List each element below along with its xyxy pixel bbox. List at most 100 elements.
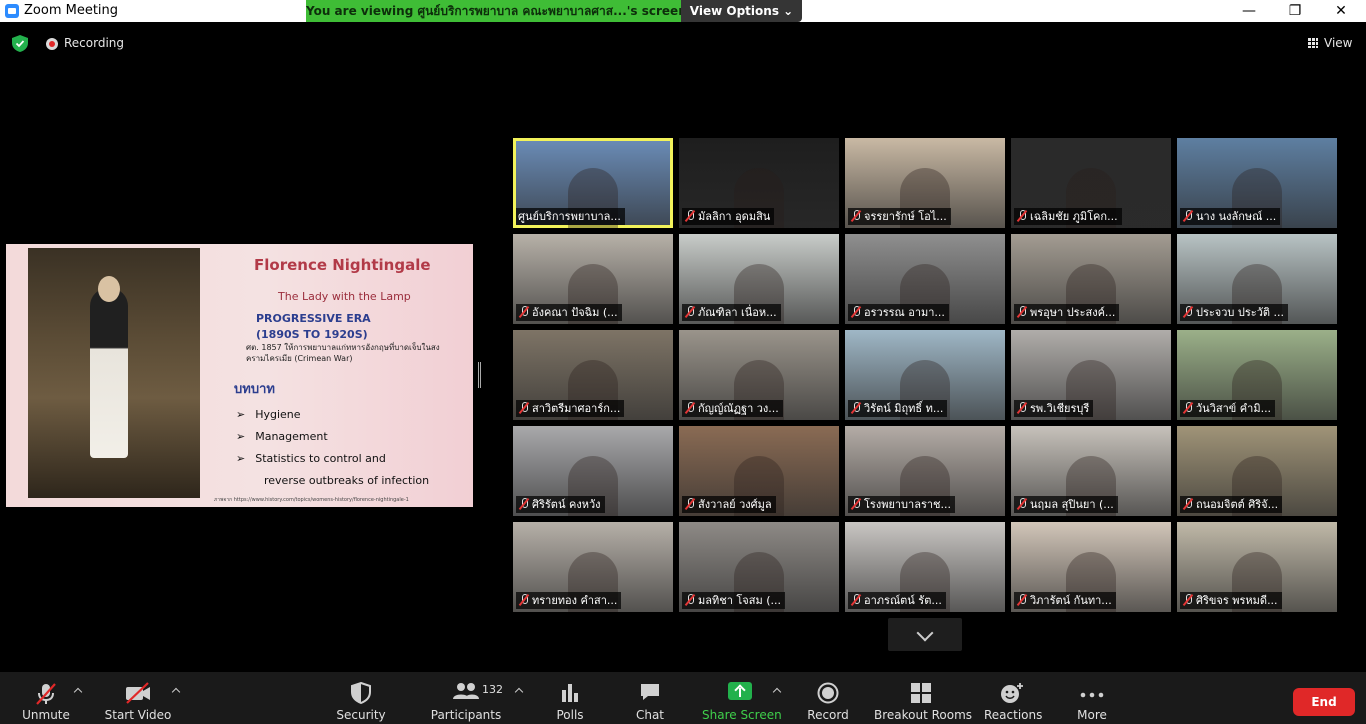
participants-options-caret-icon[interactable] (514, 686, 524, 696)
participant-name: มัลลิกา อุดมสิน (698, 210, 771, 223)
participant-name-tag: กัญญ์ณัฏฐา วง... (682, 400, 783, 417)
participant-name: วิรัตน์ มิถุทธิ์ ท... (864, 402, 944, 415)
participant-video-tile[interactable]: นฤมล สุปินยา (... (1011, 426, 1171, 516)
muted-mic-icon (1183, 210, 1193, 222)
nightingale-painting (28, 248, 200, 498)
window-title: Zoom Meeting (24, 3, 119, 18)
muted-mic-icon (1017, 498, 1027, 510)
share-viewing-banner: You are viewing ศูนย์บริการพยาบาล คณะพยา… (306, 0, 681, 22)
minimize-icon[interactable]: — (1226, 0, 1272, 22)
record-button[interactable]: Record (804, 672, 852, 724)
reactions-button[interactable]: Reactions (984, 672, 1042, 724)
participant-name-tag: ศิริรัตน์ คงหวัง (516, 496, 605, 513)
more-dots-icon (1080, 692, 1104, 698)
participant-video-tile[interactable]: จรรยารักษ์ โอไ... (845, 138, 1005, 228)
recording-label[interactable]: Recording (64, 36, 124, 50)
collapse-grid-chevron-icon[interactable] (888, 618, 962, 651)
participant-video-tile[interactable]: อรวรรณ อามา... (845, 234, 1005, 324)
participant-video-tile[interactable]: กัญญ์ณัฏฐา วง... (679, 330, 839, 420)
participant-name-tag: มัลลิกา อุดมสิน (682, 208, 775, 225)
participant-video-tile[interactable]: อังคณา ปัจฉิม (... (513, 234, 673, 324)
share-screen-button[interactable]: Share Screen (702, 672, 782, 724)
participant-video-tile[interactable]: รพ.วิเชียรบุรี (1011, 330, 1171, 420)
participants-label: Participants (430, 708, 502, 722)
participant-video-tile[interactable]: วิภารัตน์ กันทา... (1011, 522, 1171, 612)
shared-screen-slide: Florence Nightingale The Lady with the L… (6, 244, 473, 507)
participant-name: ทรายทอง คำสา... (532, 594, 618, 607)
slide-role-item: reverse outbreaks of infection (264, 474, 430, 487)
recording-icon[interactable] (46, 38, 58, 50)
participant-video-tile[interactable]: พรอุษา ประสงค์... (1011, 234, 1171, 324)
muted-mic-icon (36, 683, 56, 705)
security-button[interactable]: Security (335, 672, 387, 724)
slide-role-item: Hygiene (236, 404, 429, 426)
muted-mic-icon (1017, 210, 1027, 222)
participant-video-tile[interactable]: ทรายทอง คำสา... (513, 522, 673, 612)
muted-mic-icon (1017, 594, 1027, 606)
participant-name: ภัณฑิลา เนื่อห... (698, 306, 777, 319)
participant-name: นาง นงลักษณ์ ... (1196, 210, 1277, 223)
encryption-shield-icon[interactable] (12, 35, 28, 52)
end-meeting-button[interactable]: End (1293, 688, 1355, 716)
participant-name-tag: วิภารัตน์ กันทา... (1014, 592, 1116, 609)
polls-button[interactable]: Polls (548, 672, 592, 724)
breakout-rooms-button[interactable]: Breakout Rooms (874, 672, 972, 724)
muted-mic-icon (1183, 306, 1193, 318)
participant-name-tag: นาง นงลักษณ์ ... (1180, 208, 1281, 225)
muted-mic-icon (1017, 306, 1027, 318)
start-video-button[interactable]: Start Video (104, 672, 172, 724)
muted-mic-icon (519, 402, 529, 414)
maximize-icon[interactable]: ❐ (1272, 0, 1318, 22)
participant-video-tile[interactable]: ศิริรัตน์ คงหวัง (513, 426, 673, 516)
unmute-button[interactable]: Unmute (18, 672, 74, 724)
participant-video-tile[interactable]: อาภรณ์ตน์ รัต... (845, 522, 1005, 612)
video-options-caret-icon[interactable] (171, 686, 181, 696)
participant-video-tile[interactable]: สังวาลย์ วงศ์มูล (679, 426, 839, 516)
view-label: View (1324, 36, 1353, 50)
participant-name: สังวาลย์ วงศ์มูล (698, 498, 772, 511)
split-view-handle[interactable] (478, 362, 481, 388)
participant-video-tile[interactable]: ถนอมจิตต์ ศิริจั... (1177, 426, 1337, 516)
record-icon (817, 682, 839, 704)
view-options-button[interactable]: View Options ⌄ (681, 0, 802, 22)
participants-button[interactable]: 132 Participants (430, 672, 503, 724)
participant-name-tag: สาวิตรีมาศอาร์ก... (516, 400, 625, 417)
audio-options-caret-icon[interactable] (73, 686, 83, 696)
participant-video-tile[interactable]: ภัณฑิลา เนื่อห... (679, 234, 839, 324)
participant-name: อรวรรณ อามา... (864, 306, 945, 319)
participant-video-tile[interactable]: สาวิตรีมาศอาร์ก... (513, 330, 673, 420)
muted-mic-icon (1017, 402, 1027, 414)
muted-mic-icon (685, 210, 695, 222)
muted-mic-icon (851, 498, 861, 510)
muted-mic-icon (685, 498, 695, 510)
slide-role-item: Management (236, 426, 429, 448)
breakout-rooms-icon (911, 683, 931, 703)
participant-name-tag: รพ.วิเชียรบุรี (1014, 400, 1094, 417)
gallery-grid-icon (1308, 38, 1318, 48)
participant-name: ศิริรัตน์ คงหวัง (532, 498, 601, 511)
participant-video-tile[interactable]: วันวิสาข์ คำมิ... (1177, 330, 1337, 420)
chat-button[interactable]: Chat (628, 672, 672, 724)
polls-icon (562, 684, 578, 702)
participant-video-tile[interactable]: โรงพยาบาลราช... (845, 426, 1005, 516)
meeting-toolbar: Unmute Start Video Security 132 Particip… (0, 672, 1366, 724)
participant-name: โรงพยาบาลราช... (864, 498, 952, 511)
participant-video-tile[interactable]: ศูนย์บริการพยาบาล... (513, 138, 673, 228)
participant-video-tile[interactable]: วิรัตน์ มิถุทธิ์ ท... (845, 330, 1005, 420)
muted-mic-icon (685, 402, 695, 414)
view-button[interactable]: View (1300, 32, 1360, 54)
share-options-caret-icon[interactable] (772, 686, 782, 696)
more-button[interactable]: More (1070, 672, 1114, 724)
participant-video-tile[interactable]: มัลลิกา อุดมสิน (679, 138, 839, 228)
participant-video-tile[interactable]: ศิริขจร พรหมดี... (1177, 522, 1337, 612)
participant-name: วิภารัตน์ กันทา... (1030, 594, 1112, 607)
close-icon[interactable]: ✕ (1318, 0, 1364, 22)
participant-name: จรรยารักษ์ โอไ... (864, 210, 947, 223)
participant-video-tile[interactable]: ประจวบ ประวัติ ... (1177, 234, 1337, 324)
participants-icon (453, 683, 479, 699)
participant-video-tile[interactable]: มลทิชา โจสม (... (679, 522, 839, 612)
participant-video-tile[interactable]: เฉลิมชัย ภูมิโคก... (1011, 138, 1171, 228)
share-screen-icon (728, 682, 752, 700)
participant-name-tag: วันวิสาข์ คำมิ... (1180, 400, 1276, 417)
participant-video-tile[interactable]: นาง นงลักษณ์ ... (1177, 138, 1337, 228)
